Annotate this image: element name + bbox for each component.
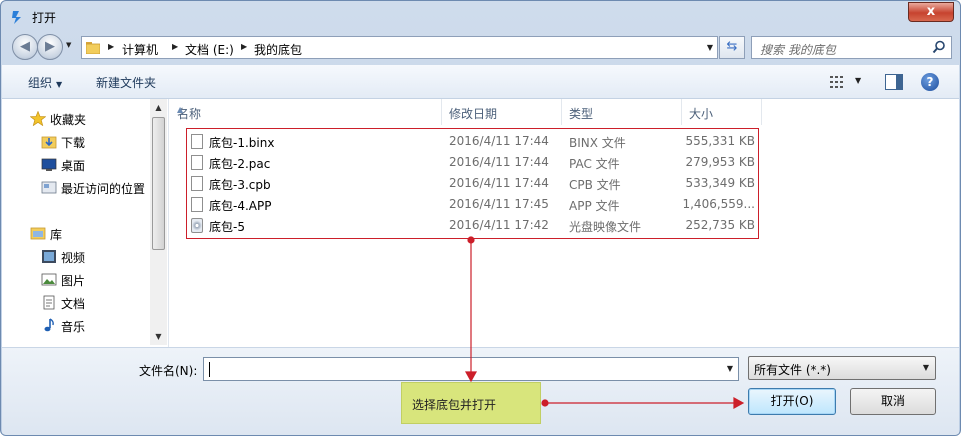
callout-text: 选择底包并打开	[412, 398, 497, 412]
back-button[interactable]: ◀	[12, 34, 38, 60]
cancel-button[interactable]: 取消	[850, 388, 936, 415]
sidebar-item-label: 下载	[61, 136, 86, 150]
breadcrumb-arrow-icon[interactable]: ▶	[172, 42, 178, 51]
sidebar-item-label: 图片	[61, 274, 86, 288]
breadcrumb-computer[interactable]: 计算机	[122, 41, 158, 58]
address-bar[interactable]: ▶ 计算机 ▶ 文档 (E:) ▶ 我的底包 ▼	[81, 36, 718, 59]
view-options-icon[interactable]	[830, 75, 846, 89]
picture-icon	[41, 273, 57, 286]
column-label: 类型	[569, 107, 594, 121]
column-label: 修改日期	[449, 107, 498, 121]
sidebar-item-label: 音乐	[61, 320, 86, 334]
filename-dropdown-icon[interactable]: ▼	[727, 364, 733, 373]
column-type[interactable]: 类型	[562, 99, 682, 125]
search-placeholder: 搜索 我的底包	[760, 43, 836, 57]
command-toolbar: 组织 ▼ 新建文件夹 ▼ ?	[2, 65, 959, 99]
sidebar-scrollbar[interactable]: ▲ ▼	[150, 99, 167, 345]
sort-ascending-icon: ▲	[177, 105, 184, 114]
open-dialog-window: 打开 x ◀ ▶ ▼ ▶ 计算机 ▶ 文档 (E:) ▶ 我的底包 ▼ ⇆ 搜索…	[0, 0, 961, 436]
preview-pane-icon[interactable]	[885, 74, 903, 90]
app-logo-icon	[12, 11, 21, 24]
column-date[interactable]: 修改日期	[442, 99, 562, 125]
star-icon	[30, 111, 46, 126]
sidebar-item-label: 文档	[61, 297, 86, 311]
desktop-icon	[41, 158, 57, 171]
scrollbar-thumb[interactable]	[152, 117, 165, 250]
filetype-value: 所有文件 (*.*)	[754, 363, 831, 377]
column-name[interactable]: 名称 ▲	[170, 99, 442, 125]
sidebar-item-label: 库	[50, 228, 63, 242]
video-icon	[42, 250, 56, 263]
breadcrumb-folder[interactable]: 我的底包	[254, 41, 302, 58]
filetype-select[interactable]: 所有文件 (*.*) ▼	[748, 356, 936, 380]
window-title: 打开	[32, 11, 57, 25]
breadcrumb-arrow-icon[interactable]: ▶	[108, 42, 114, 51]
breadcrumb-drive[interactable]: 文档 (E:)	[185, 41, 234, 58]
annotation-highlight-box	[186, 128, 759, 239]
close-button[interactable]: x	[908, 2, 954, 22]
scroll-down-icon[interactable]: ▼	[150, 328, 167, 345]
sidebar-item-label: 最近访问的位置	[61, 182, 146, 196]
search-icon[interactable]	[932, 40, 946, 54]
download-folder-icon	[41, 136, 57, 149]
help-icon[interactable]: ?	[921, 73, 939, 91]
sidebar-item-label: 视频	[61, 251, 86, 265]
filename-input[interactable]: ▼	[203, 357, 739, 381]
sidebar-item-label: 收藏夹	[50, 113, 87, 127]
recent-pages-dropdown-icon[interactable]: ▼	[66, 41, 71, 49]
sidebar-item-label: 桌面	[61, 159, 86, 173]
open-button[interactable]: 打开(O)	[748, 388, 836, 415]
organize-button[interactable]: 组织 ▼	[28, 74, 62, 91]
breadcrumb-arrow-icon[interactable]: ▶	[241, 42, 247, 51]
refresh-button[interactable]: ⇆	[719, 36, 745, 59]
forward-button[interactable]: ▶	[37, 34, 63, 60]
chevron-down-icon: ▼	[922, 363, 929, 372]
folder-icon	[86, 42, 100, 54]
navigation-pane: 收藏夹 下载 桌面 最近访问的位置 库 视频 图片 文档 音乐 ▲ ▼	[2, 99, 169, 347]
address-dropdown-icon[interactable]: ▼	[707, 43, 713, 52]
library-icon	[30, 227, 46, 240]
navigation-row: ◀ ▶ ▼ ▶ 计算机 ▶ 文档 (E:) ▶ 我的底包 ▼ ⇆ 搜索 我的底包	[1, 31, 960, 63]
column-size[interactable]: 大小	[682, 99, 762, 125]
filename-label: 文件名(N):	[139, 364, 198, 378]
recent-places-icon	[41, 181, 57, 194]
title-bar: 打开 x	[1, 1, 960, 31]
scroll-up-icon[interactable]: ▲	[150, 99, 167, 116]
annotation-callout: 选择底包并打开	[401, 382, 541, 424]
document-icon	[43, 295, 55, 310]
text-cursor	[209, 362, 210, 377]
organize-label: 组织	[28, 76, 53, 90]
chevron-down-icon: ▼	[56, 80, 63, 89]
music-icon	[44, 318, 54, 332]
view-dropdown-icon[interactable]: ▼	[855, 76, 861, 85]
content-area: 收藏夹 下载 桌面 最近访问的位置 库 视频 图片 文档 音乐 ▲ ▼ 名称 ▲…	[2, 99, 959, 347]
column-label: 大小	[689, 107, 714, 121]
file-list-pane: 名称 ▲ 修改日期 类型 大小 底包-1.binx 2016/4/11 17:44…	[170, 99, 959, 347]
search-input[interactable]: 搜索 我的底包	[751, 36, 952, 59]
new-folder-button[interactable]: 新建文件夹	[96, 74, 156, 91]
